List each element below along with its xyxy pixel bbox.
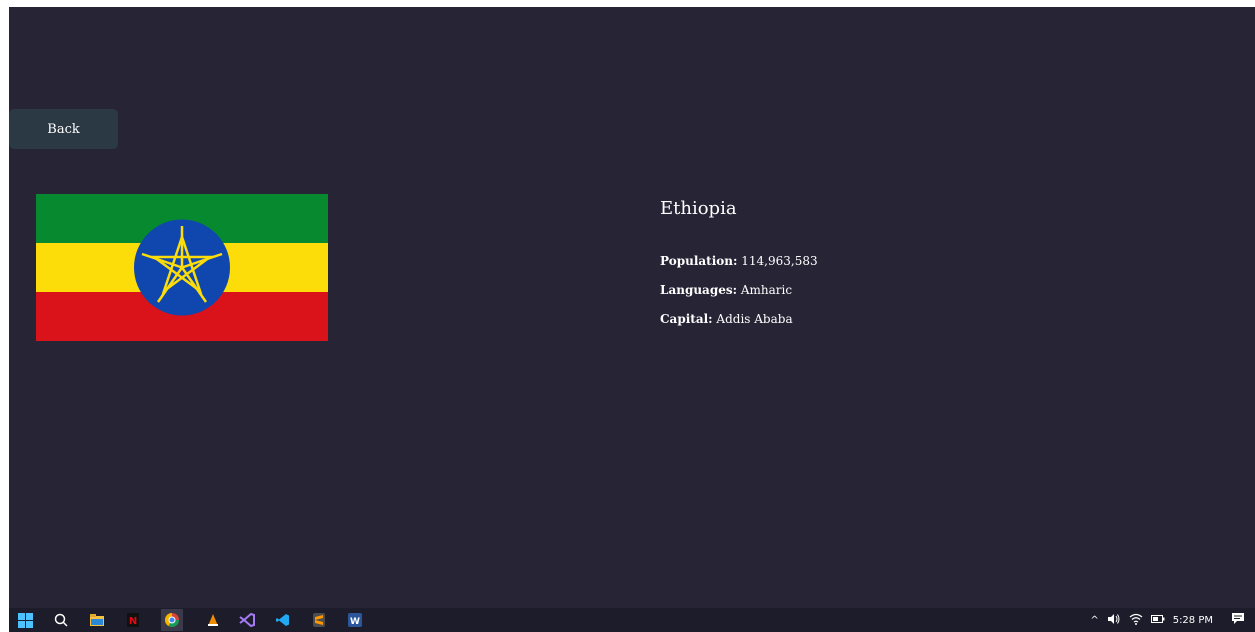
search-icon[interactable] [53,612,69,628]
wifi-icon[interactable] [1129,613,1143,628]
chevron-up-icon[interactable]: ^ [1090,615,1098,626]
capital-label: Capital: [660,312,713,326]
word-icon[interactable]: W [347,612,363,628]
languages-label: Languages: [660,283,738,297]
taskbar: N W ^ 5:28 PM [9,608,1255,632]
battery-icon[interactable] [1150,614,1165,627]
languages-value: Amharic [740,283,793,297]
svg-text:W: W [350,617,360,627]
file-explorer-icon[interactable] [89,612,105,628]
capital-value: Addis Ababa [716,312,793,326]
notification-icon[interactable] [1231,612,1245,628]
population-row: Population: 114,963,583 [660,255,818,267]
country-name: Ethiopia [660,198,737,219]
vscode-icon[interactable] [275,612,291,628]
population-value: 114,963,583 [741,254,818,268]
population-label: Population: [660,254,738,268]
back-button[interactable]: Back [9,109,118,149]
ethiopia-flag [36,194,328,341]
visual-studio-icon[interactable] [239,612,255,628]
windows-start-icon[interactable] [17,612,33,628]
sublime-text-icon[interactable] [311,612,327,628]
country-details: Ethiopia Population: 114,963,583 Languag… [660,194,818,326]
capital-row: Capital: Addis Ababa [660,313,793,325]
volume-icon[interactable] [1107,613,1121,628]
system-tray: ^ 5:28 PM [1090,608,1245,632]
clock[interactable]: 5:28 PM [1173,615,1213,626]
languages-row: Languages: Amharic [660,284,792,296]
chrome-icon[interactable] [161,609,183,631]
svg-text:N: N [129,616,137,627]
netflix-icon[interactable]: N [125,612,141,628]
vlc-icon[interactable] [205,612,221,628]
app-window: Back Ethiopia Population: 114,963,583 La… [9,7,1255,608]
